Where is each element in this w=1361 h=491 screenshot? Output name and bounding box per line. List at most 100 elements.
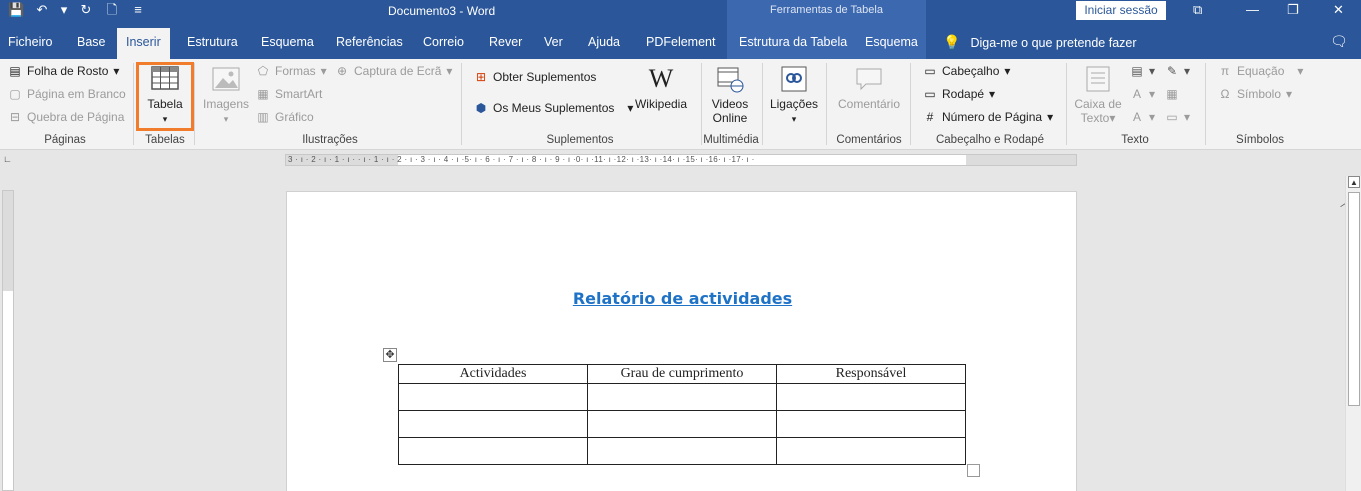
comentario-button[interactable]: Comentário [834, 64, 904, 111]
tab-stop-selector-icon[interactable]: ∟ [3, 154, 13, 164]
table-header-cell[interactable]: Responsável [776, 364, 966, 384]
table-cell[interactable] [587, 410, 777, 438]
object-button[interactable]: ▭ ▾ [1165, 110, 1190, 124]
scrollbar-thumb[interactable] [1348, 192, 1360, 406]
ribbon-display-options-icon[interactable]: ⧉ [1193, 2, 1202, 18]
caixa-de-texto-button[interactable]: Caixa de Texto▾ [1070, 64, 1126, 125]
new-document-icon[interactable]: 🗋 [104, 2, 120, 18]
chevron-down-icon: ▾ [1297, 64, 1304, 78]
tab-referencias[interactable]: Referências [336, 35, 403, 49]
obter-suplementos-button[interactable]: ⊞ Obter Suplementos [474, 70, 596, 84]
tab-ficheiro[interactable]: Ficheiro [8, 35, 52, 49]
restore-icon[interactable]: ❐ [1287, 2, 1299, 18]
table-cell[interactable] [776, 383, 966, 411]
quick-parts-button[interactable]: ▤ ▾ [1130, 64, 1155, 78]
redo-icon[interactable]: ↻ [78, 2, 94, 18]
group-label-multimedia: Multimédia [703, 134, 759, 146]
cabecalho-button[interactable]: ▭ Cabeçalho ▾ [923, 64, 1010, 78]
wikipedia-icon: W [648, 64, 674, 93]
customize-qat-icon[interactable]: ≡ [130, 2, 146, 18]
page-break-icon: ⊟ [9, 110, 21, 124]
tab-ajuda[interactable]: Ajuda [588, 35, 620, 49]
chevron-down-icon: ▾ [1004, 64, 1011, 78]
wikipedia-button[interactable]: W Wikipedia [632, 64, 690, 111]
document-title: Documento3 - Word [388, 4, 496, 18]
ligacoes-button[interactable]: Ligações ▾ [768, 64, 820, 125]
vertical-ruler[interactable] [2, 190, 14, 491]
tab-ver[interactable]: Ver [544, 35, 563, 49]
signature-line-button[interactable]: ✎ ▾ [1165, 64, 1190, 78]
grafico-button[interactable]: ▥ Gráfico [256, 110, 313, 124]
horizontal-ruler[interactable]: 3 · ı · 2 · ı · 1 · ı · · ı · 1 · ı · 2 … [285, 154, 1077, 166]
tabela-highlight [136, 62, 194, 131]
formas-button[interactable]: ⬠ Formas ▾ [256, 64, 327, 78]
pagina-em-branco-button[interactable]: ▢ Página em Branco [8, 87, 125, 101]
screenshot-icon: ⊕ [336, 64, 348, 78]
equacao-button[interactable]: π Equação ▾ [1218, 64, 1304, 78]
tab-base[interactable]: Base [77, 35, 106, 49]
separator [194, 63, 195, 145]
tab-correio[interactable]: Correio [423, 35, 464, 49]
imagens-button[interactable]: Imagens ▾ [200, 64, 252, 125]
tab-esquema-tabela[interactable]: Esquema [865, 35, 918, 49]
numero-de-pagina-button[interactable]: # Número de Página ▾ [923, 110, 1053, 124]
tab-rever[interactable]: Rever [489, 35, 522, 49]
date-time-button[interactable]: ▦ [1165, 87, 1179, 101]
tab-estrutura-da-tabela[interactable]: Estrutura da Tabela [739, 35, 847, 49]
table-cell[interactable] [587, 383, 777, 411]
table-cell[interactable] [776, 410, 966, 438]
simbolo-button[interactable]: Ω Símbolo ▾ [1218, 87, 1293, 101]
table-row [398, 410, 966, 438]
table-move-handle-icon[interactable]: ✥ [383, 348, 397, 362]
folha-de-rosto-button[interactable]: ▤ Folha de Rosto ▾ [8, 64, 119, 78]
table-resize-handle[interactable] [967, 464, 980, 477]
link-icon [781, 66, 807, 92]
pi-icon: π [1220, 64, 1230, 78]
minimize-icon[interactable]: — [1246, 2, 1259, 17]
group-label-paginas: Páginas [44, 134, 86, 146]
undo-dropdown-icon[interactable]: ▾ [60, 2, 68, 18]
table-cell[interactable] [776, 437, 966, 465]
table-header-cell[interactable]: Actividades [398, 364, 588, 384]
chart-icon: ▥ [257, 110, 269, 124]
quebra-de-pagina-button[interactable]: ⊟ Quebra de Página [8, 110, 124, 124]
comments-icon[interactable]: 🗨 [1330, 33, 1348, 50]
meus-suplementos-button[interactable]: ⬢ Os Meus Suplementos ▾ [474, 101, 634, 115]
contextual-tools-title: Ferramentas de Tabela [727, 0, 926, 22]
vertical-scrollbar[interactable]: ▲ [1345, 176, 1361, 491]
videos-online-button[interactable]: Videos Online [705, 64, 755, 125]
chevron-down-icon: ▾ [1149, 64, 1156, 78]
table-row [398, 437, 966, 465]
captura-de-ecra-button[interactable]: ⊕ Captura de Ecrã ▾ [335, 64, 452, 78]
image-icon [212, 67, 240, 91]
drop-cap-button[interactable]: A ▾ [1130, 110, 1155, 124]
table-header-cell[interactable]: Grau de cumprimento [587, 364, 777, 384]
rodape-button[interactable]: ▭ Rodapé ▾ [923, 87, 995, 101]
document-page[interactable]: Relatório de actividades ✥ Actividades G… [286, 191, 1077, 491]
chevron-down-icon: ▾ [989, 87, 996, 101]
save-icon[interactable]: 💾 [8, 2, 24, 18]
table-cell[interactable] [398, 410, 588, 438]
smartart-button[interactable]: ▦ SmartArt [256, 87, 322, 101]
tab-inserir[interactable]: Inserir [117, 28, 170, 59]
table-cell[interactable] [398, 383, 588, 411]
tab-esquema[interactable]: Esquema [261, 35, 314, 49]
undo-icon[interactable]: ↶ [34, 2, 50, 18]
tab-pdfelement[interactable]: PDFelement [646, 35, 715, 49]
tab-estrutura[interactable]: Estrutura [187, 35, 238, 49]
scroll-up-icon[interactable]: ▲ [1348, 176, 1360, 188]
wordart-icon: A [1132, 87, 1141, 101]
table-cell[interactable] [587, 437, 777, 465]
group-label-cabecalho-rodape: Cabeçalho e Rodapé [935, 134, 1045, 146]
wordart-button[interactable]: A ▾ [1130, 87, 1155, 101]
document-table[interactable]: Actividades Grau de cumprimento Responsá… [398, 364, 966, 465]
tell-me-text: Diga-me o que pretende fazer [970, 35, 1137, 50]
sign-in-button[interactable]: Iniciar sessão [1076, 1, 1166, 20]
close-icon[interactable]: ✕ [1333, 2, 1344, 18]
tell-me-search[interactable]: 💡 Diga-me o que pretende fazer [943, 34, 1137, 51]
separator [1066, 63, 1067, 145]
new-comment-icon [856, 68, 882, 91]
document-heading[interactable]: Relatório de actividades [287, 289, 1078, 308]
table-cell[interactable] [398, 437, 588, 465]
my-addins-icon: ⬢ [475, 101, 487, 115]
